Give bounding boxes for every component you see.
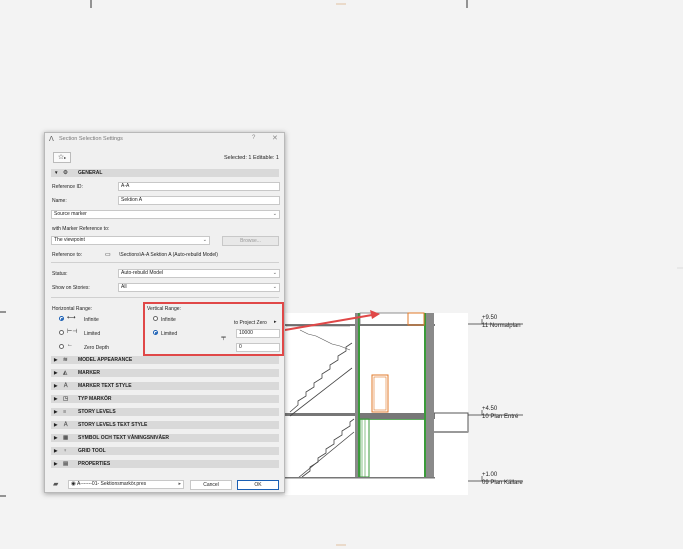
panel-story-levels[interactable]: ▶ ≡ STORY LEVELS	[51, 408, 279, 416]
h-zero-depth-label: Zero Depth	[84, 345, 110, 351]
reference-to-label: Reference to:	[52, 252, 83, 258]
h-limited-radio[interactable]	[59, 330, 64, 335]
source-marker-select[interactable]: Source marker ⌄	[51, 210, 280, 219]
horizontal-range-label: Horizontal Range:	[52, 306, 93, 312]
cancel-button[interactable]: Cancel	[190, 480, 232, 490]
chevron-right-icon: ▶	[54, 448, 58, 453]
browse-button[interactable]: Browse...	[222, 236, 279, 246]
marker-ref-value: The viewpoint	[54, 237, 85, 243]
panel-label: SYMBOL OCH TEXT VÅNINGSNIVÅER	[78, 435, 170, 441]
text-style-icon: Ａ	[63, 383, 69, 389]
panel-label: STORY LEVELS	[78, 409, 116, 415]
h-infinite-icon: ⟷	[67, 315, 76, 321]
panel-label: PROPERTIES	[78, 461, 111, 467]
marker-ref-label: with Marker Reference to:	[52, 226, 110, 232]
grid-tool-icon: ♆	[63, 448, 68, 454]
archicad-logo-icon: ᐱ	[49, 136, 54, 143]
dialog-titlebar[interactable]: ᐱ Section Selection Settings ? ✕	[45, 133, 284, 145]
dialog-footer: ▰ ◉ A-------01- Sektionsmarkör.pres ▸ Ca…	[45, 474, 284, 492]
source-marker-value: Source marker	[54, 211, 87, 217]
panel-symbol-text[interactable]: ▶ ▦ SYMBOL OCH TEXT VÅNINGSNIVÅER	[51, 434, 279, 442]
h-limited-icon: ⊢⊣	[67, 329, 78, 335]
panel-general-label: GENERAL	[78, 170, 103, 176]
chevron-down-icon: ▼	[54, 170, 59, 175]
status-value: Auto-rebuild Model	[121, 270, 163, 276]
h-zero-depth-icon: ←	[67, 342, 73, 348]
help-button[interactable]: ?	[252, 135, 255, 141]
chevron-right-icon: ▶	[54, 409, 58, 414]
chevron-down-icon: ⌄	[202, 237, 207, 243]
panel-marker-text-style[interactable]: ▶ Ａ MARKER TEXT STYLE	[51, 382, 279, 390]
model-appearance-icon: ≋	[63, 357, 68, 363]
chevron-right-icon: ▶	[54, 461, 58, 466]
panel-marker[interactable]: ▶ ◭ MARKER	[51, 369, 279, 377]
marker-type-icon: ◳	[63, 396, 69, 402]
panel-typ-markor[interactable]: ▶ ◳ TYP MARKÖR	[51, 395, 279, 403]
eye-icon: ◉	[71, 481, 76, 487]
properties-icon: ▤	[63, 461, 69, 467]
selection-info: Selected: 1 Editable: 1	[223, 155, 279, 161]
panel-label: MARKER	[78, 370, 100, 376]
ok-button[interactable]: OK	[237, 480, 279, 490]
chevron-down-icon: ⌄	[272, 211, 277, 217]
symbol-icon: ▦	[63, 435, 69, 441]
divider	[51, 262, 279, 263]
h-infinite-radio[interactable]	[59, 316, 64, 321]
panel-story-levels-text-style[interactable]: ▶ Ａ STORY LEVELS TEXT STYLE	[51, 421, 279, 429]
layer-icon: ▰	[53, 481, 59, 488]
level-name-1: 11 Normalplan	[482, 323, 521, 329]
stories-label: Show on Stories:	[52, 285, 90, 291]
level-value-3: +1.00	[482, 472, 498, 478]
dialog-title: Section Selection Settings	[59, 136, 123, 142]
chevron-right-icon: ▸	[178, 481, 181, 487]
reference-to-value: \Sections\A-A Sektion A (Auto-rebuild Mo…	[119, 252, 218, 258]
chevron-right-icon: ▶	[54, 370, 58, 375]
panel-label: MARKER TEXT STYLE	[78, 383, 132, 389]
level-name-3: 09 Plan Källare	[482, 480, 523, 486]
panel-model-appearance[interactable]: ▶ ≋ MODEL APPEARANCE	[51, 356, 279, 364]
marker-icon: ◭	[63, 370, 68, 376]
marker-ref-select[interactable]: The viewpoint ⌄	[51, 236, 210, 245]
status-select[interactable]: Auto-rebuild Model ⌄	[118, 269, 280, 278]
chevron-right-icon: ▶	[54, 435, 58, 440]
chevron-right-icon: ▶	[54, 396, 58, 401]
panel-properties[interactable]: ▶ ▤ PROPERTIES	[51, 460, 279, 468]
h-limited-label: Limited	[84, 331, 101, 337]
favorites-button[interactable]: ☆▸	[53, 152, 71, 163]
level-value-1: +9.50	[482, 315, 498, 321]
vertical-range-highlight	[143, 302, 284, 356]
layer-value: A-------01- Sektionsmarkör.pres	[76, 481, 147, 487]
level-name-2: 10 Plan Entré	[482, 414, 519, 420]
chevron-down-icon: ⌄	[272, 270, 277, 276]
reference-id-field[interactable]: A-A	[118, 182, 280, 191]
panel-label: STORY LEVELS TEXT STYLE	[78, 422, 148, 428]
h-zero-depth-radio[interactable]	[59, 344, 64, 349]
folder-icon: ▭	[105, 252, 111, 258]
close-button[interactable]: ✕	[272, 134, 278, 142]
chevron-down-icon: ⌄	[272, 284, 277, 290]
reference-id-label: Reference ID:	[52, 184, 83, 190]
panel-label: TYP MARKÖR	[78, 396, 112, 402]
stories-value: All	[121, 284, 127, 290]
name-label: Name:	[52, 198, 67, 204]
panel-label: MODEL APPEARANCE	[78, 357, 133, 363]
panel-label: GRID TOOL	[78, 448, 106, 454]
chevron-right-icon: ▶	[54, 383, 58, 388]
story-levels-icon: ≡	[63, 409, 67, 415]
panel-grid-tool[interactable]: ▶ ♆ GRID TOOL	[51, 447, 279, 455]
text-style-icon: Ａ	[63, 422, 69, 428]
name-field[interactable]: Sektion A	[118, 196, 280, 205]
chevron-right-icon: ▶	[54, 357, 58, 362]
status-label: Status:	[52, 271, 68, 277]
divider	[51, 297, 279, 298]
stories-select[interactable]: All ⌄	[118, 283, 280, 292]
chevron-right-icon: ▸	[64, 155, 67, 160]
general-settings-icon: ⚙	[63, 170, 68, 176]
chevron-right-icon: ▶	[54, 422, 58, 427]
level-value-2: +4.50	[482, 406, 498, 412]
panel-general[interactable]: ▼ ⚙ GENERAL	[51, 169, 279, 177]
h-infinite-label: Infinite	[84, 317, 99, 323]
layer-select[interactable]: ◉ A-------01- Sektionsmarkör.pres ▸	[68, 480, 184, 489]
